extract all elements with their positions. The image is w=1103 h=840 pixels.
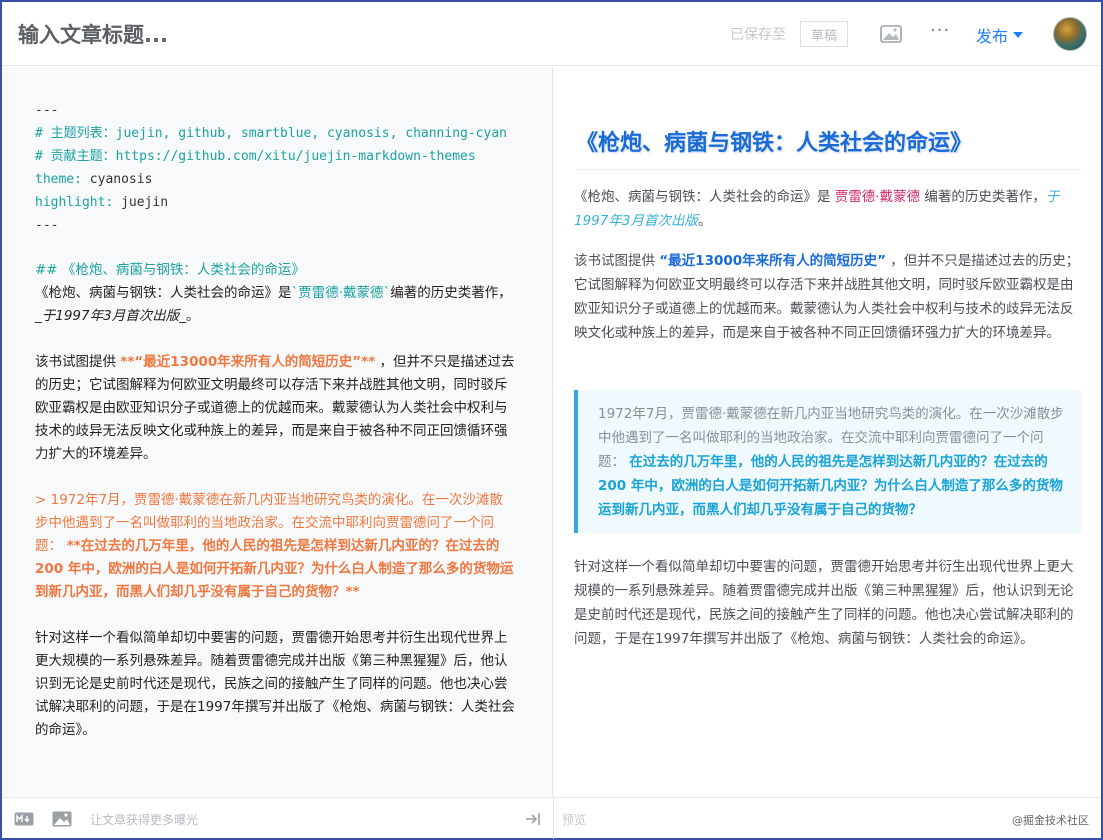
user-avatar[interactable] bbox=[1053, 17, 1087, 51]
publish-button[interactable]: 发布 bbox=[976, 23, 1024, 47]
theme-key: theme: bbox=[35, 172, 82, 187]
preview-pane: 《枪炮、病菌与钢铁：人类社会的命运》 《枪炮、病菌与钢铁：人类社会的命运》是 贾… bbox=[554, 67, 1101, 797]
pv-p2-text-a: 该书试图提供 bbox=[574, 253, 660, 269]
sync-scroll-icon[interactable] bbox=[524, 810, 542, 828]
frontmatter-open: --- bbox=[35, 103, 59, 118]
pv-p2-bold: “最近13000年来所有人的简短历史” bbox=[659, 253, 887, 269]
pv-author: 贾雷德·戴蒙德 bbox=[834, 189, 921, 205]
preview-blockquote: 1972年7月，贾雷德·戴蒙德在新几内亚当地研究鸟类的演化。在一次沙滩散步中他遇… bbox=[574, 390, 1082, 533]
chevron-down-icon bbox=[1013, 32, 1024, 38]
frontmatter-theme-line: theme: cyanosis bbox=[35, 168, 152, 191]
frontmatter-highlight-line: highlight: juejin bbox=[35, 191, 168, 214]
pv-p1-text-a: 《枪炮、病菌与钢铁：人类社会的命运》是 bbox=[574, 189, 835, 205]
theme-value: cyanosis bbox=[81, 172, 153, 187]
article-title-input[interactable] bbox=[18, 20, 618, 50]
footer-divider bbox=[553, 798, 554, 839]
p1-text-c: 。 bbox=[185, 308, 200, 324]
preview-paragraph-1: 《枪炮、病菌与钢铁：人类社会的命运》是 贾雷德·戴蒙德 编著的历史类著作，于19… bbox=[574, 185, 1082, 233]
p1-text-b: 编著的历史类著作， bbox=[390, 285, 512, 301]
editor-header: 已保存至 草稿 ··· 发布 bbox=[2, 2, 1101, 66]
highlight-key: highlight: bbox=[35, 195, 114, 210]
p2-bold: **“最近13000年来所有人的简短历史”** bbox=[120, 354, 376, 370]
quote-bold: **在过去的几万年里，他的人民的祖先是怎样到达新几内亚的？在过去的 200 年中… bbox=[35, 538, 514, 600]
watermark: @掘金技术社区 bbox=[1012, 814, 1089, 827]
exposure-hint-link[interactable]: 让文章获得更多曝光 bbox=[90, 811, 198, 828]
markdown-icon[interactable] bbox=[14, 812, 34, 826]
frontmatter-theme-list: # 主题列表：juejin, github, smartblue, cyanos… bbox=[35, 126, 507, 141]
editor-paragraph-3: 针对这样一个看似简单却切中要害的问题，贾雷德开始思考并衍生出现代世界上更大规模的… bbox=[35, 630, 515, 738]
insert-image-icon[interactable] bbox=[880, 25, 902, 43]
p1-italic: _于1997年3月首次出版_ bbox=[35, 308, 186, 324]
pv-p1-text-c: 。 bbox=[697, 213, 712, 229]
editor-heading: ## 《枪炮、病菌与钢铁：人类社会的命运》 bbox=[35, 262, 305, 278]
upload-image-icon[interactable] bbox=[52, 811, 72, 827]
publish-label: 发布 bbox=[976, 27, 1009, 46]
more-options-icon[interactable]: ··· bbox=[930, 20, 950, 41]
pv-p1-text-b: 编著的历史类著作， bbox=[920, 189, 1046, 205]
p1-author-code: `贾雷德·戴蒙德` bbox=[291, 285, 391, 301]
p2-text-a: 该书试图提供 bbox=[35, 354, 121, 370]
preview-paragraph-2: 该书试图提供 “最近13000年来所有人的简短历史” ，但并不只是描述过去的历史… bbox=[574, 249, 1082, 345]
frontmatter-contrib: # 贡献主题：https://github.com/xitu/juejin-ma… bbox=[35, 149, 476, 164]
frontmatter-close: --- bbox=[35, 218, 59, 233]
markdown-editor[interactable]: --- # 主题列表：juejin, github, smartblue, cy… bbox=[2, 67, 553, 797]
p1-text-a: 《枪炮、病菌与钢铁：人类社会的命运》是 bbox=[35, 285, 292, 301]
editor-blockquote: > 1972年7月，贾雷德·戴蒙德在新几内亚当地研究鸟类的演化。在一次沙滩散步中… bbox=[35, 489, 515, 604]
save-status-text: 已保存至 bbox=[730, 27, 786, 43]
preview-paragraph-3: 针对这样一个看似简单却切中要害的问题，贾雷德开始思考并衍生出现代世界上更大规模的… bbox=[574, 559, 1074, 647]
preview-heading: 《枪炮、病菌与钢铁：人类社会的命运》 bbox=[576, 125, 1081, 170]
highlight-value: juejin bbox=[113, 195, 169, 210]
editor-footer: 让文章获得更多曝光 预览 @掘金技术社区 bbox=[2, 797, 1101, 839]
p2-text-b: ，但并不只是描述过去的历史；它试图解释为何欧亚文明最终可以存活下来并战胜其他文明… bbox=[35, 354, 515, 462]
preview-label: 预览 bbox=[562, 813, 587, 827]
editor-paragraph-2: 该书试图提供 **“最近13000年来所有人的简短历史”** ，但并不只是描述过… bbox=[35, 351, 515, 466]
editor-paragraph-1: 《枪炮、病菌与钢铁：人类社会的命运》是`贾雷德·戴蒙德`编著的历史类著作， _于1… bbox=[35, 282, 515, 328]
pv-quote-bold: 在过去的几万年里，他的人民的祖先是怎样到达新几内亚的？在过去的 200 年中，欧… bbox=[598, 454, 1063, 518]
drafts-button[interactable]: 草稿 bbox=[800, 21, 848, 47]
